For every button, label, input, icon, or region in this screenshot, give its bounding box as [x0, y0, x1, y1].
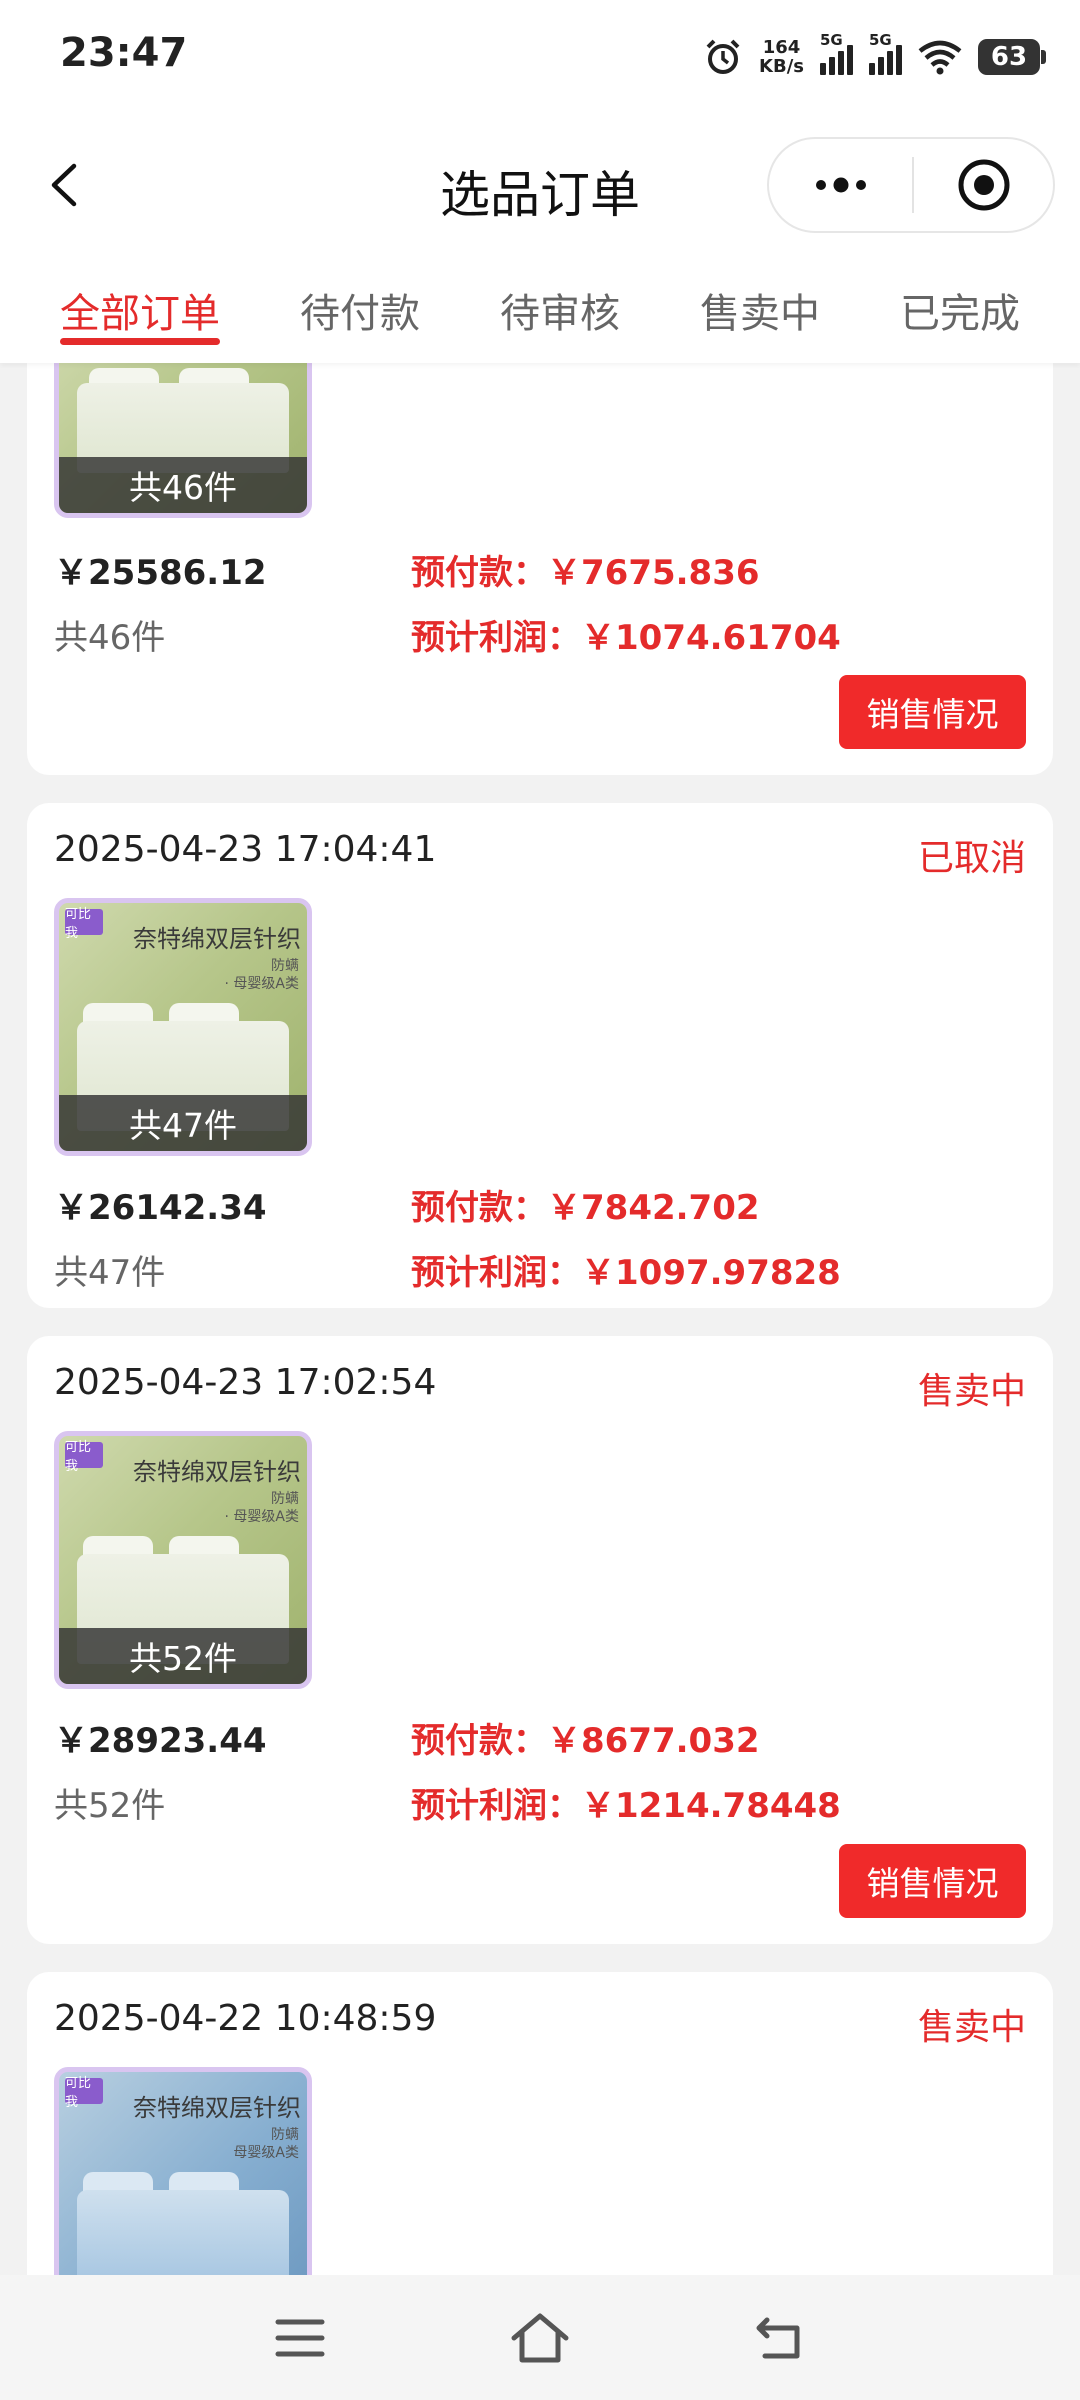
status-icons: 164 KB/s 5G 5G 63: [703, 31, 1046, 82]
prepayment-amount: 预付款：￥7675.836: [411, 553, 760, 593]
order-status: 售卖中: [917, 2007, 1026, 2048]
brand-tag: 可比我: [65, 1440, 103, 1474]
order-status: 售卖中: [917, 1371, 1026, 1412]
more-button[interactable]: [769, 139, 912, 231]
prepayment-amount: 预付款：￥8677.032: [411, 1721, 760, 1761]
tab-pending-review[interactable]: 待审核: [500, 255, 620, 363]
product-thumbnail: 可比我 奈特绵双层针织 防螨 · 母婴级A类 共52件: [54, 1431, 312, 1689]
product-image-subtitle: 防螨 · 母婴级A类: [224, 958, 299, 992]
more-dots-icon: [815, 177, 866, 193]
back-arrow-icon: [756, 2317, 800, 2358]
order-card[interactable]: 2025-04-23 17:04:41 已取消 可比我 奈特绵双层针织 防螨 ·…: [27, 803, 1053, 1308]
title-bar: 选品订单: [0, 115, 1080, 255]
signal-icon-sim2: 5G: [869, 31, 902, 75]
order-date: 2025-04-23 17:02:54: [54, 1362, 437, 1403]
system-nav-bar: [0, 2275, 1080, 2400]
order-total-price: ￥26142.34: [54, 1188, 267, 1228]
estimated-profit: 预计利润：￥1214.78448: [411, 1786, 841, 1826]
product-thumbnail: 可比我 奈特绵双层针织 防螨 · 母婴级A类 共47件: [54, 898, 312, 1156]
product-image-title: 奈特绵双层针织: [133, 2094, 301, 2122]
order-quantity: 共47件: [54, 1253, 166, 1293]
order-quantity: 共52件: [54, 1786, 166, 1826]
nav-menu-button[interactable]: [260, 2298, 340, 2378]
item-count-overlay: 共47件: [59, 1095, 307, 1151]
close-button[interactable]: [914, 139, 1053, 231]
order-quantity: 共46件: [54, 618, 166, 658]
product-image-subtitle: 防螨 · 母婴级A类: [224, 1491, 299, 1525]
target-circle-icon: [958, 159, 1009, 211]
brand-tag: 可比我: [65, 2076, 103, 2110]
sales-status-button[interactable]: 销售情况: [839, 1844, 1026, 1918]
product-image-subtitle: 防螨 母婴级A类: [233, 2127, 299, 2161]
sales-status-button[interactable]: 销售情况: [839, 675, 1026, 749]
product-image-title: 奈特绵双层针织: [133, 925, 301, 953]
nav-home-button[interactable]: [500, 2298, 580, 2378]
estimated-profit: 预计利润：￥1074.61704: [411, 618, 841, 658]
tab-on-sale[interactable]: 售卖中: [700, 255, 820, 363]
prepayment-amount: 预付款：￥7842.702: [411, 1188, 760, 1228]
tab-pending-payment[interactable]: 待付款: [300, 255, 420, 363]
product-image-title: 奈特绵双层针织: [133, 1458, 301, 1486]
order-card[interactable]: 2025-04-23 17:02:54 售卖中 可比我 奈特绵双层针织 防螨 ·…: [27, 1336, 1053, 1944]
order-total-price: ￥28923.44: [54, 1721, 267, 1761]
order-date: 2025-04-23 17:04:41: [54, 829, 437, 870]
order-date: 2025-04-22 10:48:59: [54, 1998, 437, 2039]
status-bar: 23:47 164 KB/s 5G 5G 63: [0, 0, 1080, 115]
menu-icon: [275, 2319, 325, 2356]
order-status: 已取消: [917, 838, 1026, 879]
order-total-price: ￥25586.12: [54, 553, 267, 593]
battery-icon: 63: [978, 39, 1046, 75]
signal-icon-sim1: 5G: [820, 31, 853, 75]
order-card[interactable]: 2025-04-22 10:48:59 售卖中 可比我 奈特绵双层针织 防螨 母…: [27, 1972, 1053, 2275]
alarm-icon: [706, 39, 740, 74]
estimated-profit: 预计利润：￥1097.97828: [411, 1253, 841, 1293]
order-card[interactable]: 共46件 ￥25586.12 预付款：￥7675.836 共46件 预计利润：￥…: [27, 363, 1053, 775]
status-time: 23:47: [60, 30, 188, 76]
item-count-overlay: 共52件: [59, 1628, 307, 1684]
order-tabs: 全部订单 待付款 待审核 售卖中 已完成: [0, 255, 1080, 363]
wifi-icon: [918, 40, 962, 75]
brand-tag: 可比我: [65, 907, 103, 941]
nav-back-button[interactable]: [740, 2298, 820, 2378]
order-list[interactable]: 共46件 ￥25586.12 预付款：￥7675.836 共46件 预计利润：￥…: [0, 363, 1080, 2275]
tab-completed[interactable]: 已完成: [900, 255, 1020, 363]
product-thumbnail: 可比我 奈特绵双层针织 防螨 母婴级A类: [54, 2067, 312, 2275]
tab-all-orders[interactable]: 全部订单: [60, 255, 220, 363]
product-thumbnail: 共46件: [54, 363, 312, 518]
item-count-overlay: 共46件: [59, 457, 307, 513]
home-icon: [511, 2313, 569, 2362]
mini-program-capsule: [767, 137, 1055, 233]
net-speed: 164 KB/s: [759, 37, 804, 77]
